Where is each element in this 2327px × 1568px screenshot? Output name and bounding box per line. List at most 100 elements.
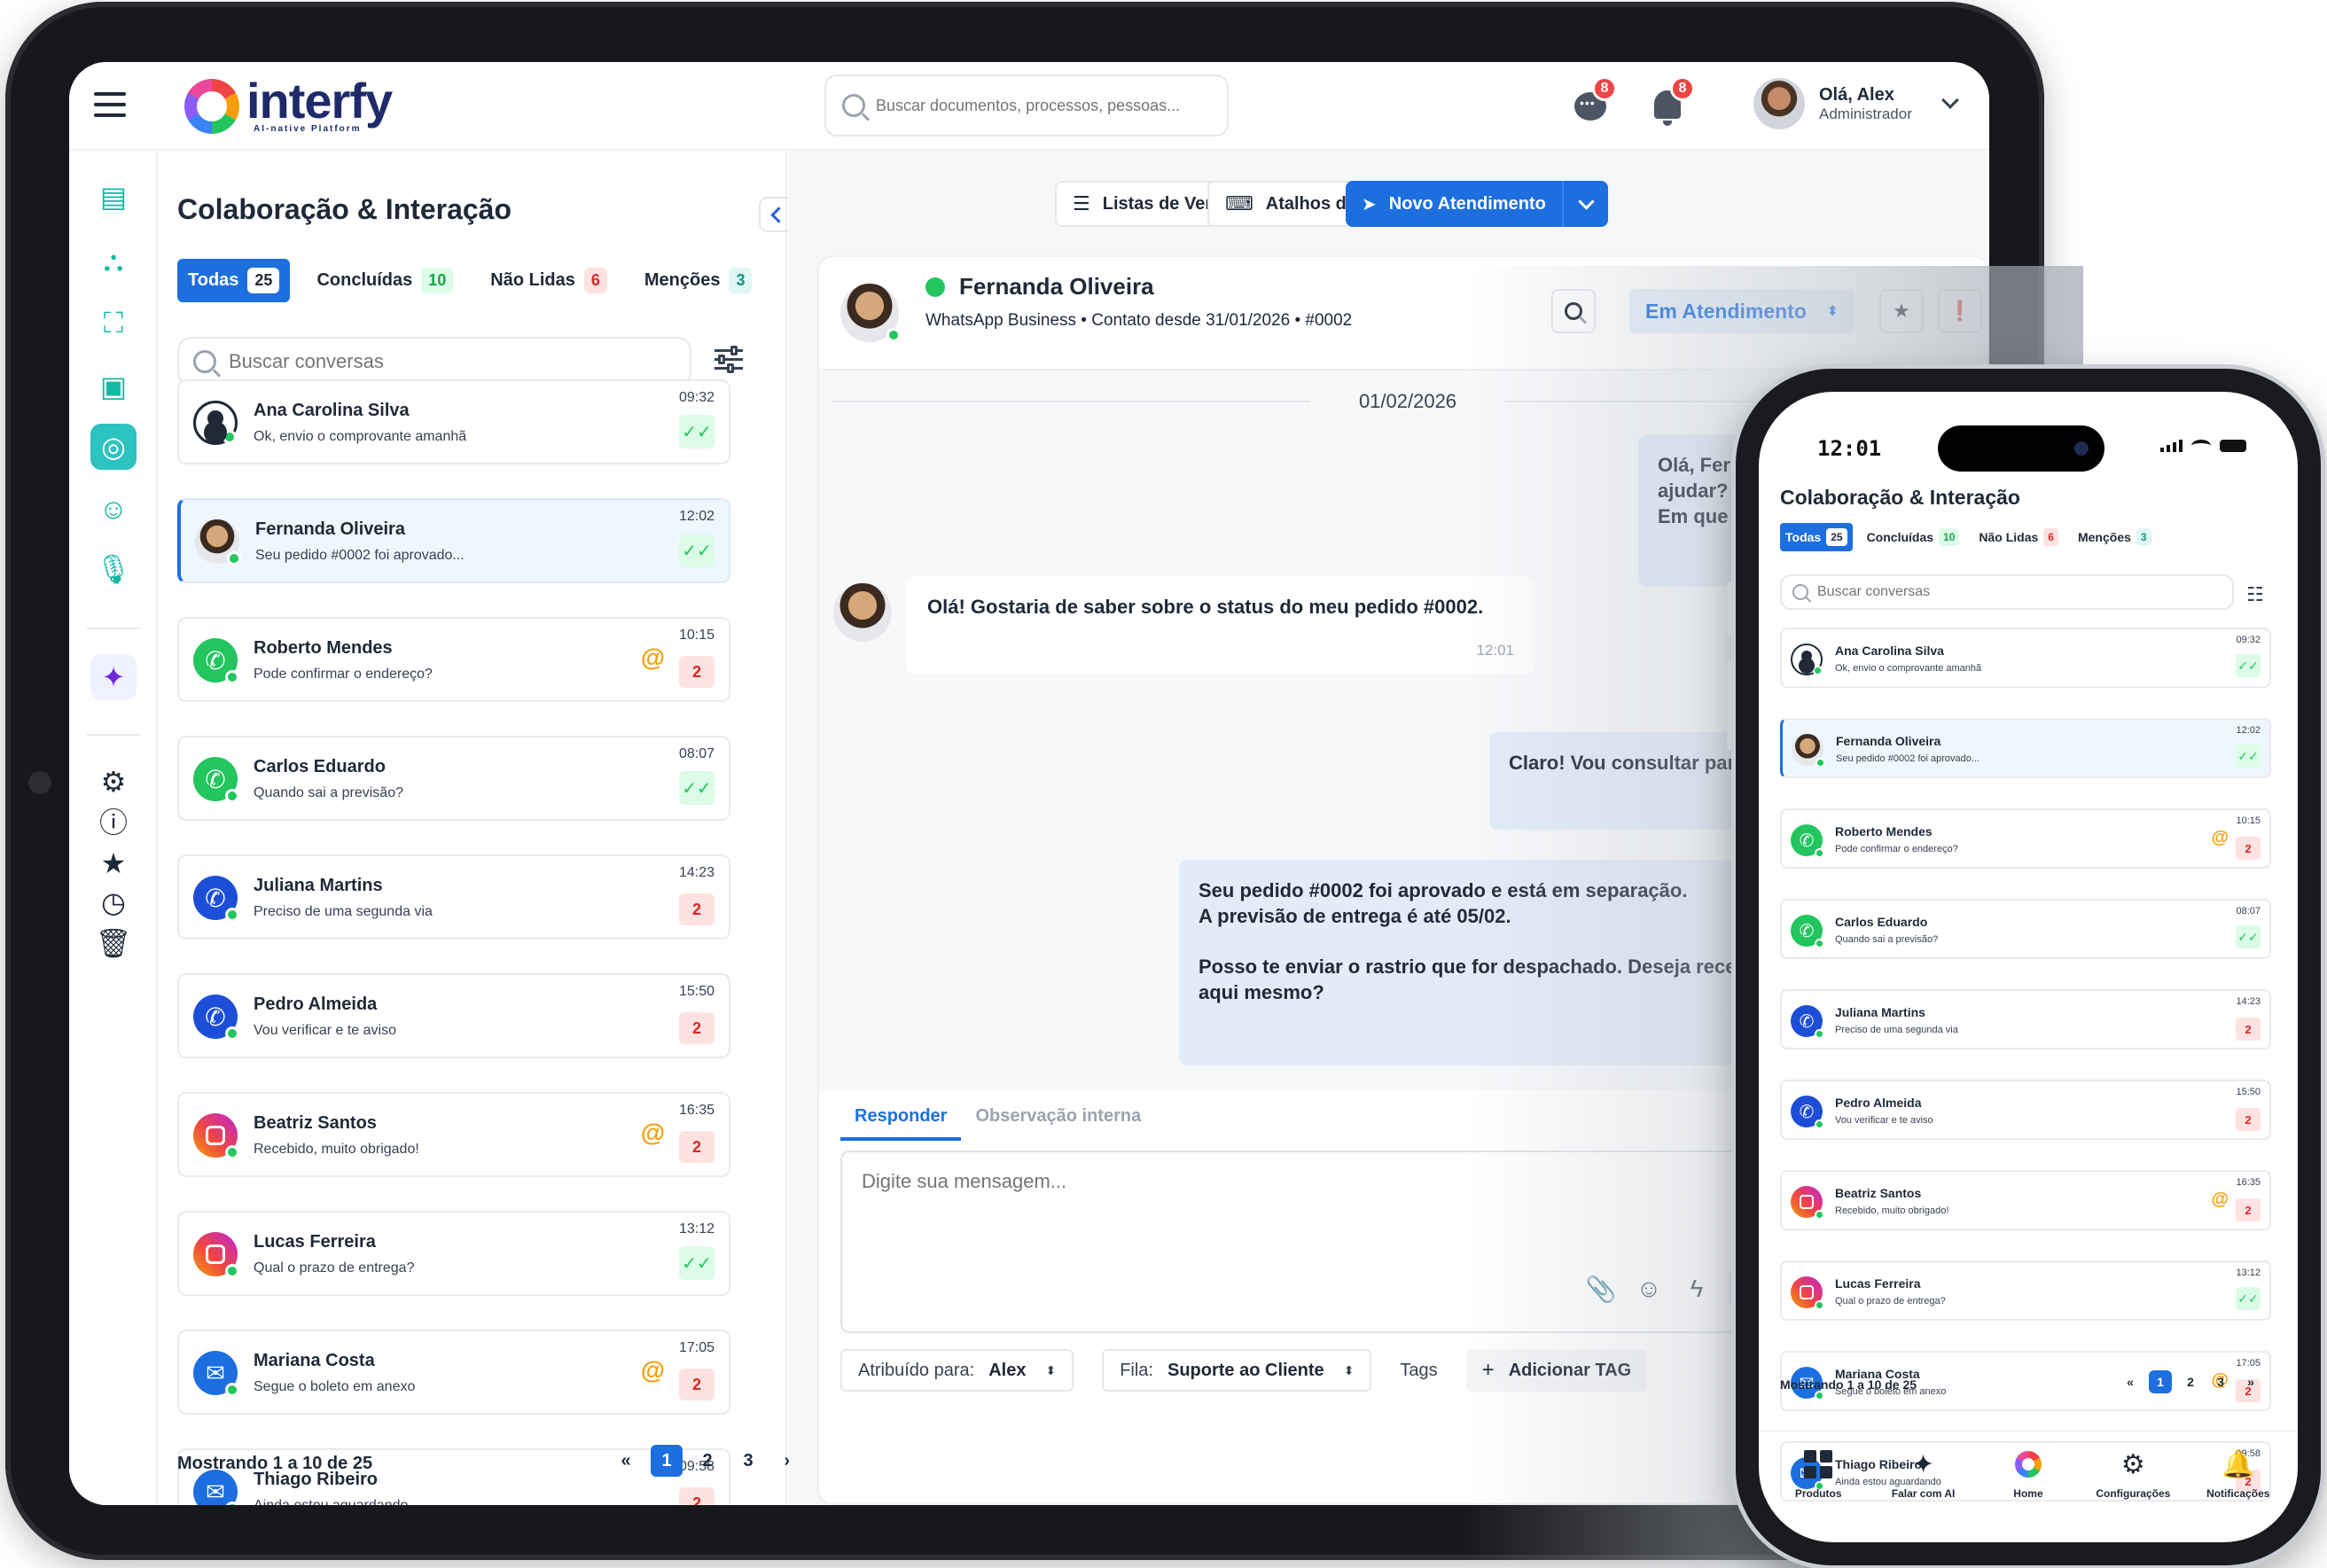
unread-count-badge: 2 xyxy=(2236,1108,2261,1131)
conversation-item[interactable]: Ana Carolina Silva Ok, envio o comprovant… xyxy=(177,379,730,464)
conversation-item[interactable]: Juliana Martins Preciso de uma segunda vi… xyxy=(177,854,730,940)
rail-history[interactable]: ◷ xyxy=(90,879,137,925)
tab-count: 10 xyxy=(421,268,454,293)
rail-ai[interactable]: ✦ xyxy=(90,654,137,700)
tab-completed[interactable]: Concluídas 10 xyxy=(306,259,464,302)
rail-bot[interactable]: ☺ xyxy=(90,486,137,532)
conversation-time: 16:35 xyxy=(678,1103,714,1118)
tab-unread[interactable]: Não Lidas 6 xyxy=(1973,523,2064,551)
rail-documents[interactable]: ▤ xyxy=(90,174,137,220)
rail-voice[interactable]: 🎙 xyxy=(90,546,137,592)
filter-sliders-icon[interactable]: ☷ xyxy=(2246,583,2264,606)
page-3-button[interactable]: 3 xyxy=(2209,1370,2232,1393)
queue-select[interactable]: Fila: Suporte ao Cliente ⬍ xyxy=(1102,1349,1372,1392)
tab-all[interactable]: Todas 25 xyxy=(177,259,291,302)
conversation-item[interactable]: Ana Carolina Silva Ok, envio o comprovant… xyxy=(1780,628,2271,688)
conversation-item[interactable]: Roberto Mendes Pode confirmar o endereço?… xyxy=(1780,808,2271,869)
conversation-search-input[interactable] xyxy=(229,350,484,373)
conversation-item[interactable]: Mariana Costa Segue o boleto em anexo 17:0… xyxy=(177,1330,730,1415)
assignee-select[interactable]: Atribuído para: Alex ⬍ xyxy=(840,1349,1074,1392)
tab-count: 3 xyxy=(729,268,753,293)
global-search-input[interactable] xyxy=(876,96,1213,115)
conversation-item[interactable]: Fernanda Oliveira Seu pedido #0002 foi ap… xyxy=(177,498,730,583)
app-logo[interactable]: interfy AI-native Platform xyxy=(184,76,393,134)
nav-products[interactable]: Produtos xyxy=(1769,1447,1867,1542)
global-search[interactable] xyxy=(824,74,1229,137)
new-ticket-button[interactable]: ➤ Novo Atendimento xyxy=(1346,181,1608,227)
conversation-item[interactable]: Lucas Ferreira Qual o prazo de entrega? 13… xyxy=(1780,1260,2271,1321)
conversation-item[interactable]: Lucas Ferreira Qual o prazo de entrega? 13… xyxy=(177,1211,730,1296)
conversation-item[interactable]: Pedro Almeida Vou verificar e te aviso 15:… xyxy=(177,973,730,1058)
tab-completed[interactable]: Concluídas 10 xyxy=(1862,523,1965,551)
online-dot xyxy=(225,1145,239,1159)
tab-mentions[interactable]: Menções 3 xyxy=(634,259,763,302)
rail-trash[interactable]: 🗑 xyxy=(90,920,137,966)
conversation-item[interactable]: Beatriz Santos Recebido, muito obrigado! 1… xyxy=(1780,1170,2271,1230)
phone-pagination: « 1 2 3 » xyxy=(2119,1370,2262,1393)
filter-sliders-icon[interactable] xyxy=(714,346,743,373)
page-3-button[interactable]: 3 xyxy=(732,1445,764,1477)
alert-button[interactable]: ❗ xyxy=(1938,289,1982,333)
rail-settings[interactable]: ⚙ xyxy=(90,759,137,805)
online-dot xyxy=(1816,758,1825,768)
nav-label: Home xyxy=(2013,1487,2043,1500)
messages-button[interactable]: 8 xyxy=(1566,76,1617,131)
conversation-preview: Recebido, muito obrigado! xyxy=(254,1142,419,1157)
mention-icon: @ xyxy=(640,644,665,671)
page-1-button[interactable]: 1 xyxy=(2149,1370,2172,1393)
attach-icon[interactable]: 📎 xyxy=(1583,1271,1619,1307)
conversation-item[interactable]: Carlos Eduardo Quando sai a previsão? 08:0… xyxy=(1780,899,2271,959)
page-2-button[interactable]: 2 xyxy=(691,1445,723,1477)
nav-settings[interactable]: ⚙ Configurações xyxy=(2084,1447,2182,1542)
page-1-button[interactable]: 1 xyxy=(651,1445,683,1477)
unread-count-badge: 2 xyxy=(679,656,714,688)
rail-collaboration[interactable]: ◎ xyxy=(90,424,137,470)
instagram-icon xyxy=(193,1232,239,1278)
conversation-item[interactable]: Juliana Martins Preciso de uma segunda vi… xyxy=(1780,989,2271,1049)
first-page-button[interactable]: « xyxy=(2119,1370,2142,1393)
conversation-item[interactable]: Roberto Mendes Pode confirmar o endereço?… xyxy=(177,617,730,702)
quick-reply-icon[interactable]: ϟ xyxy=(1679,1271,1714,1307)
conversation-name: Juliana Martins xyxy=(1835,1005,1925,1019)
tab-reply[interactable]: Responder xyxy=(840,1106,962,1141)
add-tag-button[interactable]: + Adicionar TAG xyxy=(1465,1349,1648,1392)
tab-all[interactable]: Todas 25 xyxy=(1780,523,1853,551)
chat-search-button[interactable] xyxy=(1551,289,1596,333)
phone-conversation-search[interactable] xyxy=(1780,574,2234,610)
emoji-icon[interactable]: ☺ xyxy=(1631,1271,1667,1307)
tab-mentions[interactable]: Menções 3 xyxy=(2073,523,2157,551)
menu-icon[interactable] xyxy=(94,92,126,117)
conversation-preview: Segue o boleto em anexo xyxy=(254,1379,416,1394)
conversation-item[interactable]: Beatriz Santos Recebido, muito obrigado! 1… xyxy=(177,1092,730,1177)
rail-info[interactable]: ⓘ xyxy=(90,800,137,846)
search-icon xyxy=(1565,302,1582,320)
online-dot xyxy=(1815,1029,1824,1039)
whatsapp-icon xyxy=(925,277,945,297)
rail-org-chart[interactable]: ⛬ xyxy=(90,238,137,284)
notifications-button[interactable]: 8 xyxy=(1644,76,1695,131)
last-page-button[interactable]: » xyxy=(2239,1370,2262,1393)
status-select[interactable]: Em Atendimento xyxy=(1629,289,1855,333)
message-input[interactable] xyxy=(862,1170,1624,1223)
first-page-button[interactable]: « xyxy=(610,1445,642,1477)
phone-search-input[interactable] xyxy=(1817,584,2001,600)
user-menu[interactable]: Olá, Alex Administrador xyxy=(1753,78,1959,129)
tab-unread[interactable]: Não Lidas 6 xyxy=(480,259,618,302)
tab-internal-note[interactable]: Observação interna xyxy=(961,1106,1155,1141)
contact-avatar xyxy=(195,519,241,566)
nav-home[interactable]: Home xyxy=(1980,1447,2077,1542)
conversation-item[interactable]: Fernanda Oliveira Seu pedido #0002 foi ap… xyxy=(1780,718,2271,778)
new-ticket-dropdown[interactable] xyxy=(1562,181,1608,227)
favorite-button[interactable]: ★ xyxy=(1879,289,1924,333)
rail-scan[interactable]: ⛶ xyxy=(90,300,137,346)
conversation-item[interactable]: Pedro Almeida Vou verificar e te aviso 15:… xyxy=(1780,1080,2271,1140)
nav-ai[interactable]: ✦ Falar com AI xyxy=(1875,1447,1972,1542)
settings-icon: ⚙ xyxy=(100,766,127,798)
nav-label: Configurações xyxy=(2096,1487,2171,1500)
nav-notifications[interactable]: 🔔 Notificações xyxy=(2190,1447,2287,1542)
rail-forms[interactable]: ▣ xyxy=(90,363,137,410)
rail-divider xyxy=(87,734,140,736)
page-2-button[interactable]: 2 xyxy=(2179,1370,2202,1393)
conversation-preview: Preciso de uma segunda via xyxy=(1835,1025,1958,1035)
conversation-item[interactable]: Carlos Eduardo Quando sai a previsão? 08:0… xyxy=(177,736,730,821)
